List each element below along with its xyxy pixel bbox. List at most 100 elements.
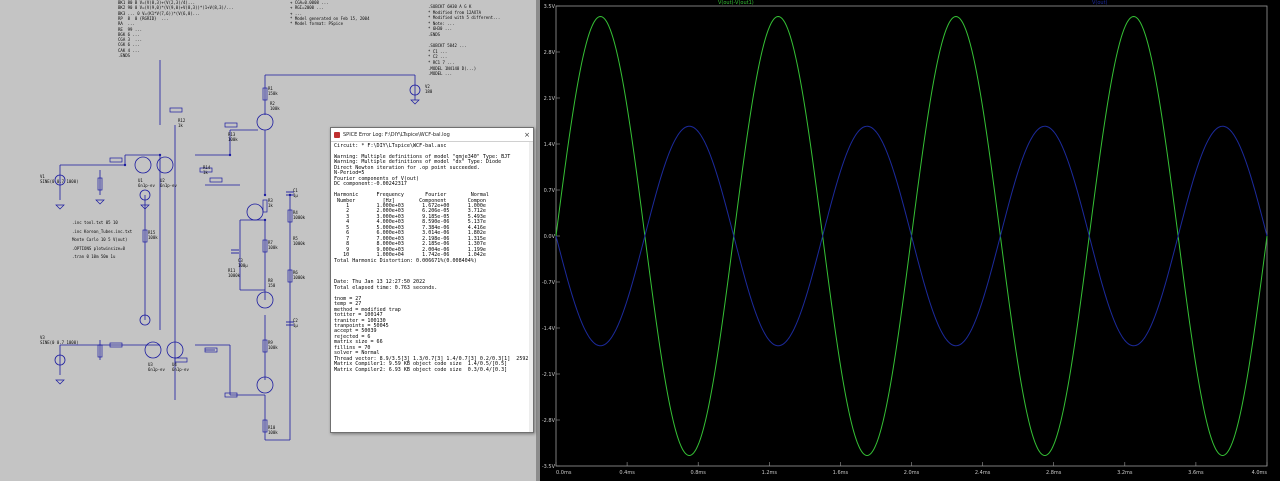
spice-directive-line[interactable]: * 6H30 ... [428,26,452,31]
component-value[interactable]: 1µ [293,323,298,328]
component-value[interactable]: 1000k [293,215,305,220]
spice-directive-line[interactable]: RP 8 0 {RGRID} ... [118,16,169,21]
spice-directive-line[interactable]: .SUBCKT 5842 ... [428,43,467,48]
component-value[interactable]: 100k [228,137,238,142]
x-tick-label: 3.6ms [1188,470,1204,476]
spice-directive-line[interactable]: .MODEL 1N4148 D(...) [428,66,476,71]
waveform-plot[interactable]: 3.5V 2.8V 2.1V 1.4V 0.7V 0.0V -0.7V -1.4V -2.1V -… [540,0,1280,481]
tube-symbol [156,156,174,174]
spice-directive-line[interactable]: + RGI=2000 ... [290,5,324,10]
spice-directive-line[interactable]: * Modified with 5 different... [428,15,500,20]
spice-directive-line[interactable]: .MODEL ... [428,71,452,76]
log-line: Matrix Compiler2: 6.93 KB object code si… [334,366,508,373]
spice-directive-line[interactable]: CGA 3 ... [118,37,145,42]
resistor-symbol [109,157,123,163]
component-value[interactable]: 100k [270,106,280,111]
component-value[interactable]: 100k [268,430,278,435]
trace-label-green[interactable]: V(out)-V(out1) [718,0,754,6]
x-tick-label: 2.8ms [1046,470,1062,476]
y-tick-label: -0.7V [542,280,556,286]
spice-directive-line[interactable]: Monte Carlo 10 5 V(out) [72,237,127,242]
spice-directive-line[interactable]: .ENDS [428,32,440,37]
component-value[interactable]: SINE(0 0.7 1000) [40,340,79,345]
spice-directive-line[interactable]: * Modified from 12AX7A [428,10,481,15]
component-value[interactable]: SINE(0 0.7 1000) [40,179,79,184]
component-value[interactable]: 1000k [293,275,305,280]
spice-directive-line[interactable]: .OPTIONS plotwinsize=0 [72,246,125,251]
component-value[interactable]: 1000k [293,241,305,246]
spice-directive-line[interactable]: * C2 ... [428,54,447,59]
spice-directive-line[interactable]: .inc tool.txt 05 10 [72,220,118,225]
spice-directive-line[interactable]: .tran 0 10m 50m 1u [72,254,115,259]
spice-directive-line[interactable]: * Model generated on Feb 15, 2004 [290,16,369,21]
y-tick-label: -3.5V [542,464,556,470]
component-value[interactable]: 100k [148,235,158,240]
component-value[interactable]: 6n1p-ev [172,367,189,372]
spice-directive-line[interactable]: + CGA=0.0008 ... [290,0,329,5]
spice-directive-line[interactable]: .SUBCKT 6H30 A G K [428,4,471,9]
trace-blue [555,125,1268,347]
ground-icon [410,99,420,105]
x-tick-label: 2.4ms [975,470,991,476]
junction-dot [228,153,232,157]
component-value[interactable]: 180 [425,89,432,94]
junction-dot [158,153,162,157]
x-tick-label: 0.8ms [690,470,706,476]
spice-directive-line[interactable]: .inc Korean_Tubes.inc.txt [72,229,132,234]
spice-directive-line[interactable]: + ... [290,11,302,16]
y-tick-label: 3.5V [544,4,556,10]
tube-symbol [134,156,152,174]
spice-directive-line[interactable]: RE 99 ... [118,27,142,32]
component-value[interactable]: 6n1p-ev [148,367,165,372]
spice-directive-line[interactable]: RA ... [118,21,137,26]
x-tick-label: 0.0ms [556,470,572,476]
component-value[interactable]: 100k [268,345,278,350]
component-value[interactable]: 1k [268,203,273,208]
error-log-titlebar[interactable]: SPICE Error Log: F:\DIY\LTspice\WCF-bal.… [331,128,533,142]
junction-dot [263,218,267,222]
x-tick-label: 1.6ms [833,470,849,476]
x-tick-label: 0.4ms [619,470,635,476]
component-value[interactable]: 1k [203,170,208,175]
component-value[interactable]: 1000k [228,273,240,278]
close-button[interactable]: × [521,131,533,139]
x-tick-label: 4.0ms [1252,470,1268,476]
trace-label-blue[interactable]: V(out) [1092,0,1108,6]
junction-dot [263,193,267,197]
spice-directive-line[interactable]: BK1 80 B V=(V(8,3)+(V(2,3)/4)... [118,0,195,5]
component-value[interactable]: 100µ [238,263,248,268]
x-tick-label: 1.2ms [762,470,778,476]
component-value[interactable]: 150k [268,91,278,96]
component-value[interactable]: 6n1p-ev [138,183,155,188]
spice-directive-line[interactable]: BK3 ... 0 V=(K1*V(7,6))*(V(6,0)... [118,11,202,16]
spice-directive-line[interactable]: BK2 90 0 V=(V(9,0)*(V(9,0)+V(8,3))*(1+V(… [118,5,234,10]
junction-dot [123,163,127,167]
spice-directive-line[interactable]: .ENDS [118,53,130,58]
plot-canvas[interactable]: 3.5V 2.8V 2.1V 1.4V 0.7V 0.0V -0.7V -1.4V -2.1V -… [540,0,1280,481]
spice-directive-line[interactable]: * Model format: PSpice [290,21,343,26]
spice-directive-line[interactable]: BGK 6 ... [118,32,142,37]
y-tick-label: 0.0V [544,234,556,240]
component-value[interactable]: 6n1p-ev [160,183,177,188]
component-value[interactable]: 1µ [293,193,298,198]
y-tick-label: -2.8V [542,418,556,424]
component-value[interactable]: 100k [268,245,278,250]
ground-icon [95,199,105,205]
component-value[interactable]: 150 [268,283,275,288]
error-log-text[interactable]: Circuit: * F:\DIY\LTspice\WCF-bal.asc Wa… [331,142,533,375]
spice-directive-line[interactable]: CAK 4 ... [118,48,140,53]
y-tick-label: -1.4V [542,326,556,332]
spice-directive-line[interactable]: * Note: ... [428,21,455,26]
vertical-scrollbar[interactable] [529,142,533,432]
component-value[interactable]: 1k [178,123,183,128]
spice-error-log-window[interactable]: SPICE Error Log: F:\DIY\LTspice\WCF-bal.… [330,127,534,433]
spice-directive-line[interactable]: * C1 ... [428,49,447,54]
spice-directive-line[interactable]: CGK 6 ... [118,42,140,47]
y-tick-label: 2.1V [544,96,556,102]
spice-directive-line[interactable]: * RC1 7 ... [428,60,455,65]
tube-symbol [246,203,264,221]
junction-dot [288,193,292,197]
tube-symbol [144,341,162,359]
y-tick-label: 2.8V [544,50,556,56]
resistor-symbol [209,177,223,183]
